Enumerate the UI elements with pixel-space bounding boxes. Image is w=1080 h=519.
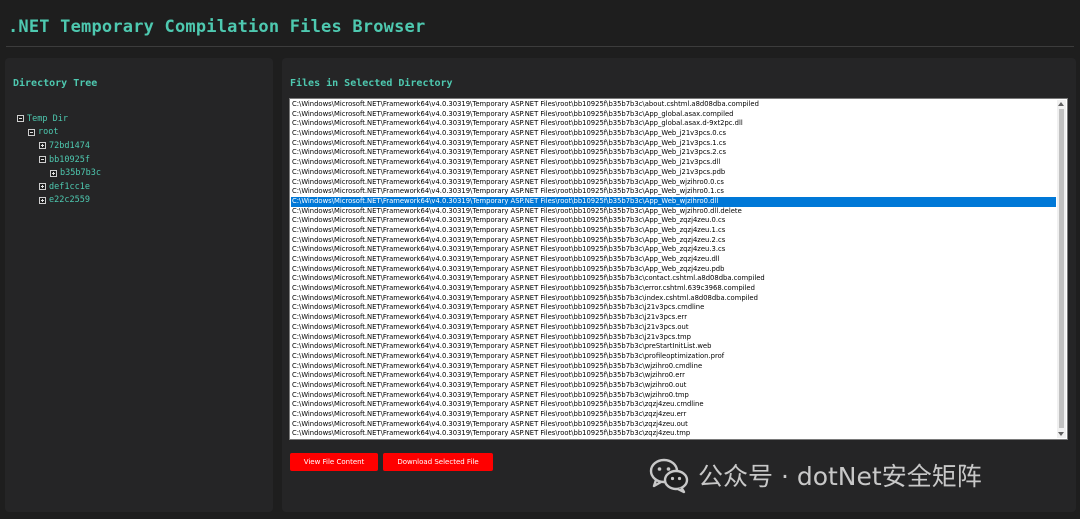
directory-tree-heading: Directory Tree [13,78,98,89]
file-row[interactable]: C:\Windows\Microsoft.NET\Framework64\v4.… [291,284,1056,294]
file-row[interactable]: C:\Windows\Microsoft.NET\Framework64\v4.… [291,236,1056,246]
file-row[interactable]: C:\Windows\Microsoft.NET\Framework64\v4.… [291,226,1056,236]
expand-icon[interactable] [50,169,57,177]
tree-node-label: bb10925f [49,154,90,165]
file-row[interactable]: C:\Windows\Microsoft.NET\Framework64\v4.… [291,158,1056,168]
file-row[interactable]: C:\Windows\Microsoft.NET\Framework64\v4.… [291,168,1056,178]
app-window: .NET Temporary Compilation Files Browser… [0,0,1080,519]
file-row[interactable]: C:\Windows\Microsoft.NET\Framework64\v4.… [291,100,1056,110]
file-row[interactable]: C:\Windows\Microsoft.NET\Framework64\v4.… [291,400,1056,410]
tree-node-label: def1cc1e [49,181,90,192]
file-row[interactable]: C:\Windows\Microsoft.NET\Framework64\v4.… [291,187,1056,197]
page-title: .NET Temporary Compilation Files Browser [8,17,426,37]
tree-node-72bd1474[interactable]: 72bd1474 [17,139,101,153]
file-row[interactable]: C:\Windows\Microsoft.NET\Framework64\v4.… [291,410,1056,420]
expand-icon[interactable] [39,183,46,191]
collapse-icon[interactable] [39,156,46,164]
file-row[interactable]: C:\Windows\Microsoft.NET\Framework64\v4.… [291,129,1056,139]
directory-tree-panel: Directory Tree Temp Dir root 72bd1474 bb… [5,58,273,512]
file-listbox[interactable]: C:\Windows\Microsoft.NET\Framework64\v4.… [289,98,1068,440]
file-row[interactable]: C:\Windows\Microsoft.NET\Framework64\v4.… [291,294,1056,304]
expand-icon[interactable] [39,196,46,204]
file-row[interactable]: C:\Windows\Microsoft.NET\Framework64\v4.… [291,265,1056,275]
file-row[interactable]: C:\Windows\Microsoft.NET\Framework64\v4.… [291,303,1056,313]
file-row[interactable]: C:\Windows\Microsoft.NET\Framework64\v4.… [291,323,1056,333]
tree-node-label: Temp Dir [27,113,68,124]
file-row[interactable]: C:\Windows\Microsoft.NET\Framework64\v4.… [291,362,1056,372]
file-row-selected[interactable]: C:\Windows\Microsoft.NET\Framework64\v4.… [291,196,1056,207]
files-heading: Files in Selected Directory [290,78,453,89]
file-row[interactable]: C:\Windows\Microsoft.NET\Framework64\v4.… [291,245,1056,255]
tree-node-label: b35b7b3c [60,168,101,179]
file-row[interactable]: C:\Windows\Microsoft.NET\Framework64\v4.… [291,391,1056,401]
vertical-scrollbar[interactable] [1057,100,1066,438]
tree-node-def1cc1e[interactable]: def1cc1e [17,180,101,194]
expand-icon[interactable] [39,142,46,150]
file-row[interactable]: C:\Windows\Microsoft.NET\Framework64\v4.… [291,216,1056,226]
file-row[interactable]: C:\Windows\Microsoft.NET\Framework64\v4.… [291,342,1056,352]
file-row[interactable]: C:\Windows\Microsoft.NET\Framework64\v4.… [291,333,1056,343]
file-row[interactable]: C:\Windows\Microsoft.NET\Framework64\v4.… [291,178,1056,188]
file-row[interactable]: C:\Windows\Microsoft.NET\Framework64\v4.… [291,207,1056,217]
download-selected-file-button[interactable]: Download Selected File [383,453,493,471]
scroll-down-arrow-icon[interactable] [1058,432,1064,436]
scroll-thumb[interactable] [1059,109,1064,428]
view-file-content-button[interactable]: View File Content [290,453,378,471]
file-row[interactable]: C:\Windows\Microsoft.NET\Framework64\v4.… [291,139,1056,149]
tree-node-root[interactable]: root [17,126,101,140]
directory-tree: Temp Dir root 72bd1474 bb10925f b35b7b3c… [17,112,101,207]
file-row[interactable]: C:\Windows\Microsoft.NET\Framework64\v4.… [291,371,1056,381]
collapse-icon[interactable] [28,128,35,136]
tree-node-bb10925f[interactable]: bb10925f [17,153,101,167]
file-row[interactable]: C:\Windows\Microsoft.NET\Framework64\v4.… [291,420,1056,430]
file-row[interactable]: C:\Windows\Microsoft.NET\Framework64\v4.… [291,352,1056,362]
file-row[interactable]: C:\Windows\Microsoft.NET\Framework64\v4.… [291,119,1056,129]
tree-node-e22c2559[interactable]: e22c2559 [17,194,101,208]
file-row[interactable]: C:\Windows\Microsoft.NET\Framework64\v4.… [291,148,1056,158]
file-row[interactable]: C:\Windows\Microsoft.NET\Framework64\v4.… [291,110,1056,120]
file-row[interactable]: C:\Windows\Microsoft.NET\Framework64\v4.… [291,429,1056,438]
title-divider [6,46,1074,47]
tree-node-temp-dir[interactable]: Temp Dir [17,112,101,126]
file-row[interactable]: C:\Windows\Microsoft.NET\Framework64\v4.… [291,255,1056,265]
tree-node-b35b7b3c[interactable]: b35b7b3c [17,166,101,180]
tree-node-label: 72bd1474 [49,140,90,151]
scroll-up-arrow-icon[interactable] [1058,102,1064,106]
files-panel: Files in Selected Directory C:\Windows\M… [282,58,1076,512]
tree-node-label: e22c2559 [49,195,90,206]
file-row[interactable]: C:\Windows\Microsoft.NET\Framework64\v4.… [291,313,1056,323]
file-rows: C:\Windows\Microsoft.NET\Framework64\v4.… [291,100,1056,438]
file-row[interactable]: C:\Windows\Microsoft.NET\Framework64\v4.… [291,274,1056,284]
file-row[interactable]: C:\Windows\Microsoft.NET\Framework64\v4.… [291,381,1056,391]
collapse-icon[interactable] [17,115,24,123]
tree-node-label: root [38,127,59,138]
